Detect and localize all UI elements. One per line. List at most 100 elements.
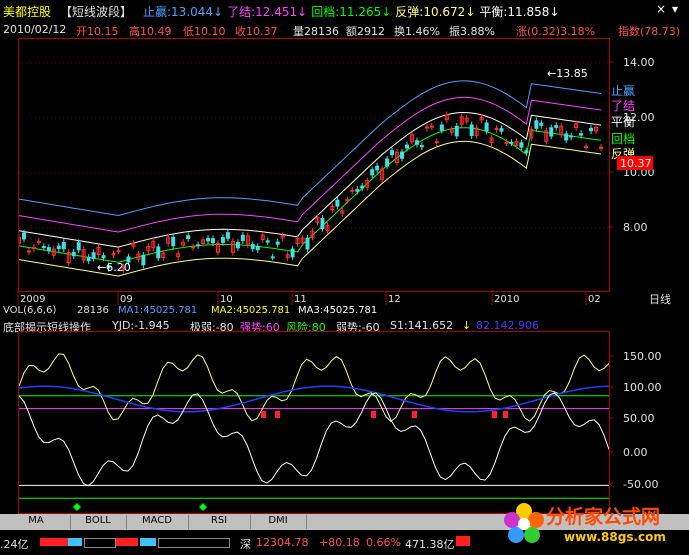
line-s2 <box>18 385 610 413</box>
candle-body <box>21 232 26 240</box>
status-bar-blue-2 <box>140 538 156 546</box>
candle-body <box>171 236 176 247</box>
candle-body <box>156 246 161 259</box>
candle-body <box>206 237 211 242</box>
ind-tick-label: -50.00 <box>623 478 658 491</box>
candle-body <box>414 140 419 145</box>
indicator-chart <box>18 353 610 511</box>
signal-marker-green <box>199 503 207 511</box>
header-value-2: 回档:11.265↓ <box>311 5 392 19</box>
signal-marker-red <box>275 411 280 418</box>
status-bar-red-2 <box>116 538 138 546</box>
candle-body <box>116 250 121 253</box>
candle-body <box>504 141 509 144</box>
candle-body <box>255 246 260 251</box>
candle-body <box>599 146 603 149</box>
tab-boll[interactable]: BOLL <box>70 515 127 529</box>
header-value-0: 止赢:13.044↓ <box>143 5 224 19</box>
band-label-right-1: 了结 <box>611 99 635 113</box>
signal-marker-red <box>503 411 508 418</box>
band-label-right-2: 平衡 <box>611 115 635 129</box>
line-qiangruo <box>18 353 610 423</box>
candle-body <box>579 133 584 136</box>
candle-body <box>419 145 424 148</box>
band-label-right-0: 止赢 <box>611 83 635 98</box>
indicator-name[interactable]: 【短线波段】 <box>60 3 132 20</box>
tab-ma[interactable]: MA <box>2 515 71 529</box>
ind-tick-label: 100.00 <box>623 381 662 394</box>
candle-body <box>554 125 559 128</box>
close-icon[interactable]: × <box>656 2 666 16</box>
band-fantan <box>18 140 602 277</box>
current-price-label: 10.37 <box>620 157 652 170</box>
price-chart-pane[interactable]: ←6.20←13.85止赢了结平衡回档反弹 <box>17 28 633 292</box>
candle-body <box>240 234 245 242</box>
candle-body <box>400 151 405 159</box>
candle-body <box>370 169 375 176</box>
candle-body <box>405 144 409 149</box>
quote-amount: 额2912 <box>346 25 385 38</box>
tab-rsi[interactable]: RSI <box>188 515 251 529</box>
candle-body <box>41 246 46 249</box>
candle-body <box>235 242 240 249</box>
status-amount: 471.38亿 <box>405 538 455 551</box>
indicator-info-row: 底部揭示短线操作 YJD:-1.945 极弱:-80 强势:60 风险:80 弱… <box>0 318 689 334</box>
tab-macd[interactable]: MACD <box>126 515 189 529</box>
signal-marker-red <box>492 411 497 418</box>
vol-ma1: MA1:45025.781 <box>118 305 198 316</box>
candle-body <box>439 124 444 131</box>
volume-info-row: VOL(6,6,6) 28136 MA1:45025.781 MA2:45025… <box>0 304 689 318</box>
candle-body <box>519 142 524 148</box>
candle-body <box>211 238 215 244</box>
quote-low: 低10.10 <box>183 25 226 38</box>
candle-body <box>36 241 41 244</box>
status-bar-empty-2 <box>158 538 230 548</box>
status-bar-blue <box>68 538 82 546</box>
candle-body <box>196 244 201 247</box>
candle-body <box>250 244 255 250</box>
status-left-value: .24亿 <box>0 538 29 551</box>
tab-dmi[interactable]: DMI <box>250 515 307 529</box>
line-yjd <box>18 392 610 487</box>
candle-body <box>56 245 61 250</box>
watermark-url: www.88gs.com <box>564 530 666 544</box>
candle-body <box>61 242 66 250</box>
candle-body <box>390 150 395 156</box>
candle-body <box>270 256 275 259</box>
ind-tick-label: 50.00 <box>623 412 655 425</box>
chevron-down-icon[interactable]: ▾ <box>672 2 678 16</box>
ind-tick-label: 150.00 <box>623 350 662 363</box>
indicator-pane[interactable] <box>18 331 610 514</box>
high-price-label: ←13.85 <box>547 67 588 80</box>
candle-body <box>225 232 230 239</box>
status-change: +80.18 <box>319 536 360 549</box>
candle-body <box>454 125 459 137</box>
signal-marker-red <box>371 411 376 418</box>
status-market: 深 <box>240 538 251 551</box>
quote-amplitude: 振3.88% <box>449 25 495 38</box>
candle-body <box>335 199 340 207</box>
candle-body <box>191 246 196 249</box>
candle-body <box>86 256 91 262</box>
stock-name[interactable]: 美都控股 <box>3 3 51 20</box>
candle-body <box>91 252 96 259</box>
signal-marker-red <box>261 411 266 418</box>
vol-ma2: MA2:45025.781 <box>211 305 291 316</box>
status-indicator-red <box>456 536 470 546</box>
candle-body <box>275 241 280 245</box>
candle-body <box>290 248 295 258</box>
candle-body <box>265 240 270 243</box>
candle-body <box>186 235 191 240</box>
low-price-label: ←6.20 <box>97 261 131 274</box>
quote-close: 收10.37 <box>235 25 278 38</box>
status-pct: 0.66% <box>366 536 401 549</box>
status-bar-red <box>40 538 68 546</box>
candle-body <box>375 165 380 171</box>
candle-body <box>46 247 51 252</box>
quote-row: 2010/02/12 开10.15 高10.49 低10.10 收10.37 量… <box>0 20 689 38</box>
price-tick-label: 8.00 <box>623 221 648 234</box>
candle-body <box>141 254 146 266</box>
ind-tick-label: 0.00 <box>623 446 648 459</box>
candle-body <box>76 242 81 251</box>
price-tick-label: 14.00 <box>623 56 655 69</box>
